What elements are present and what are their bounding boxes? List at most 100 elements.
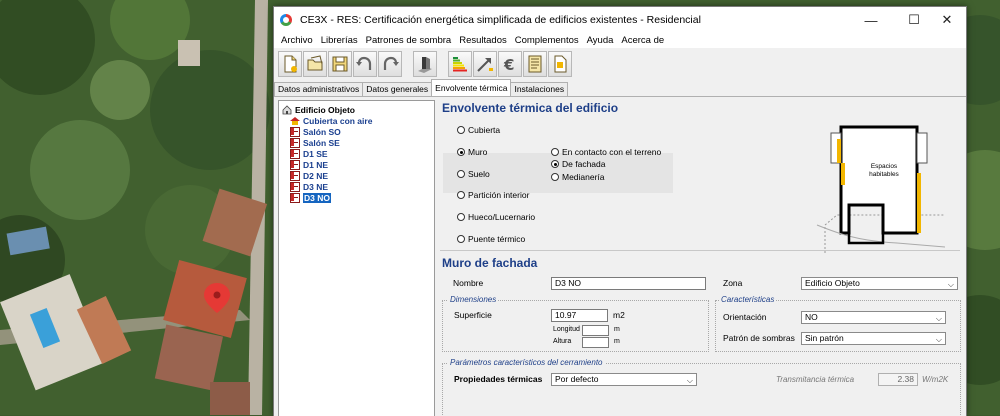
propiedades-termicas-value: Por defecto xyxy=(555,374,599,384)
radio-de-fachada[interactable]: De fachada xyxy=(551,159,605,169)
radio-dot xyxy=(457,148,465,156)
radio-hueco-lucernario[interactable]: Hueco/Lucernario xyxy=(457,212,535,222)
menu-ayuda[interactable]: Ayuda xyxy=(583,35,618,46)
menu-patrones-sombra[interactable]: Patrones de sombra xyxy=(362,35,456,46)
undo-button[interactable] xyxy=(353,51,377,77)
close-button[interactable]: ✕ xyxy=(930,7,964,33)
tree-item-label: D1 SE xyxy=(303,148,328,159)
report-button[interactable] xyxy=(523,51,547,77)
transmitancia-label: Transmitancia térmica xyxy=(776,375,855,384)
radio-contacto-terreno[interactable]: En contacto con el terreno xyxy=(551,147,661,157)
altura-input[interactable] xyxy=(582,337,609,348)
radio-medianeria[interactable]: Medianería xyxy=(551,172,605,182)
building-section-drawing xyxy=(816,125,946,253)
wall-icon xyxy=(290,181,300,192)
new-file-button[interactable] xyxy=(278,51,302,77)
orientacion-select[interactable]: NO ⌵ xyxy=(801,311,946,324)
open-file-button[interactable] xyxy=(303,51,327,77)
chevron-down-icon: ⌵ xyxy=(935,335,942,344)
radio-puente-termico[interactable]: Puente térmico xyxy=(457,234,525,244)
envelope-tree: Edificio Objeto Cubierta con aire Salón … xyxy=(278,100,435,416)
menu-resultados[interactable]: Resultados xyxy=(455,35,511,46)
parametros-label: Parámetros característicos del cerramien… xyxy=(448,358,605,367)
radio-dot xyxy=(457,170,465,178)
certificate-button[interactable] xyxy=(548,51,572,77)
tree-root[interactable]: Edificio Objeto xyxy=(282,104,355,115)
economic-analysis-button[interactable]: € xyxy=(498,51,522,77)
radio-dot xyxy=(551,173,559,181)
nombre-input[interactable]: D3 NO xyxy=(551,277,706,290)
energy-rating-button[interactable] xyxy=(448,51,472,77)
radio-particion-interior[interactable]: Partición interior xyxy=(457,190,529,200)
menu-bar: Archivo Librerías Patrones de sombra Res… xyxy=(274,33,966,48)
chevron-down-icon: ⌵ xyxy=(947,280,954,289)
superficie-unit: m2 xyxy=(613,310,625,320)
tree-item-label: Cubierta con aire xyxy=(303,115,373,126)
zona-value: Edificio Objeto xyxy=(805,278,860,288)
save-button[interactable] xyxy=(328,51,352,77)
building-icon xyxy=(418,57,432,73)
radio-label: Hueco/Lucernario xyxy=(468,212,536,222)
building-button[interactable] xyxy=(413,51,437,77)
radio-cubierta[interactable]: Cubierta xyxy=(457,125,500,135)
tab-datos-generales[interactable]: Datos generales xyxy=(362,82,433,96)
dimensiones-label: Dimensiones xyxy=(448,295,499,304)
radio-muro[interactable]: Muro xyxy=(457,147,487,157)
tree-item-cubierta[interactable]: Cubierta con aire xyxy=(290,115,372,126)
wall-icon xyxy=(290,137,300,148)
redo-icon xyxy=(383,56,399,70)
tab-envolvente-termica[interactable]: Envolvente térmica xyxy=(431,79,512,96)
wall-icon xyxy=(290,192,300,203)
tree-item-label: Salón SO xyxy=(303,126,341,137)
transmitancia-input: 2.38 xyxy=(878,373,918,386)
ce3x-window: CE3X - RES: Certificación energética sim… xyxy=(273,6,967,416)
radio-dot xyxy=(457,213,465,221)
tree-item-label: Salón SE xyxy=(303,137,340,148)
tree-item-salon-so[interactable]: Salón SO xyxy=(290,126,341,137)
tree-item-salon-se[interactable]: Salón SE xyxy=(290,137,340,148)
caracteristicas-label: Características xyxy=(719,295,777,304)
tree-item-d1-ne[interactable]: D1 NE xyxy=(290,159,328,170)
improvement-button[interactable] xyxy=(473,51,497,77)
radio-dot xyxy=(551,160,559,168)
radio-label: Suelo xyxy=(468,169,490,179)
radio-suelo[interactable]: Suelo xyxy=(457,169,490,179)
radio-label: Cubierta xyxy=(468,125,501,135)
building-root-icon xyxy=(282,104,292,114)
report-icon xyxy=(528,55,542,73)
menu-acerca-de[interactable]: Acerca de xyxy=(617,35,668,46)
tab-datos-administrativos[interactable]: Datos administrativos xyxy=(274,82,364,96)
superficie-input[interactable]: 10.97 xyxy=(551,309,608,322)
tree-item-label: D2 NE xyxy=(303,170,329,181)
propiedades-termicas-select[interactable]: Por defecto ⌵ xyxy=(551,373,697,386)
euro-icon: € xyxy=(503,56,514,74)
minimize-button[interactable]: — xyxy=(854,7,888,33)
redo-button[interactable] xyxy=(378,51,402,77)
tab-bar: Datos administrativos Datos generales En… xyxy=(274,79,569,96)
menu-librerias[interactable]: Librerías xyxy=(317,35,362,46)
app-logo-icon xyxy=(280,14,292,26)
propiedades-termicas-label: Propiedades térmicas xyxy=(454,374,543,384)
zona-select[interactable]: Edificio Objeto ⌵ xyxy=(801,277,958,290)
parametros-group xyxy=(442,363,961,416)
menu-archivo[interactable]: Archivo xyxy=(277,35,317,46)
maximize-button[interactable]: ☐ xyxy=(897,7,931,33)
menu-complementos[interactable]: Complementos xyxy=(511,35,583,46)
save-icon xyxy=(332,56,348,72)
radio-label: En contacto con el terreno xyxy=(562,147,662,157)
radio-dot xyxy=(457,235,465,243)
svg-text:€: € xyxy=(503,56,514,74)
tree-item-d2-ne[interactable]: D2 NE xyxy=(290,170,328,181)
tree-item-d3-no[interactable]: D3 NO xyxy=(290,192,331,203)
longitud-input[interactable] xyxy=(582,325,609,336)
envolvente-panel: Edificio Objeto Cubierta con aire Salón … xyxy=(274,96,966,416)
tree-item-d1-se[interactable]: D1 SE xyxy=(290,148,328,159)
tree-item-d3-ne[interactable]: D3 NE xyxy=(290,181,328,192)
tab-instalaciones[interactable]: Instalaciones xyxy=(510,82,569,96)
radio-label: Partición interior xyxy=(468,190,530,200)
radio-label: Medianería xyxy=(562,172,605,182)
radio-dot xyxy=(457,126,465,134)
tree-item-label: D1 NE xyxy=(303,159,329,170)
building-section-diagram: Espacios habitables xyxy=(797,115,957,255)
patron-sombras-select[interactable]: Sin patrón ⌵ xyxy=(801,332,946,345)
